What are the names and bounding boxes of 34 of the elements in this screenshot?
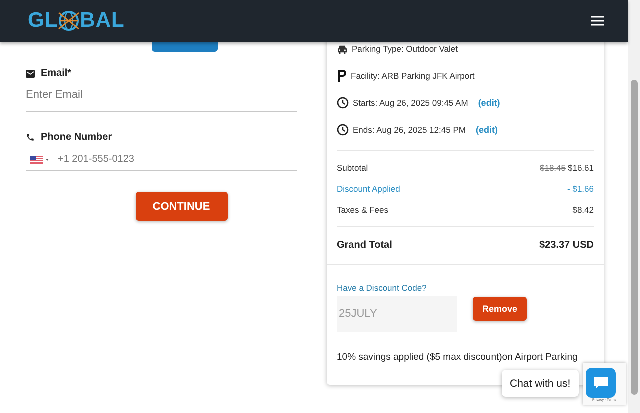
continue-button[interactable]: CONTINUE bbox=[136, 192, 228, 221]
price-label: Discount Applied bbox=[337, 184, 400, 194]
mail-icon bbox=[26, 70, 35, 78]
logo[interactable]: GL BAL bbox=[28, 9, 125, 33]
grand-total-label: Grand Total bbox=[337, 240, 392, 250]
detail-text: Facility: ARB Parking JFK Airport bbox=[351, 71, 475, 81]
price-value: - $1.66 bbox=[568, 184, 594, 194]
phone-icon bbox=[26, 133, 35, 142]
flag-icon[interactable] bbox=[30, 156, 50, 164]
discount-label: Have a Discount Code? bbox=[337, 283, 428, 293]
clock-icon bbox=[337, 97, 349, 109]
chat-tooltip: Chat with us! bbox=[502, 370, 579, 397]
scrollbar[interactable] bbox=[628, 0, 640, 413]
chat-icon bbox=[593, 376, 609, 390]
price-label: Subtotal bbox=[337, 162, 368, 172]
detail-text: Starts: Aug 26, 2025 09:45 AM bbox=[353, 98, 468, 108]
phone-label: Phone Number bbox=[41, 132, 112, 143]
chat-button[interactable] bbox=[586, 368, 616, 398]
email-label: Email* bbox=[41, 68, 72, 79]
price-value: $16.61 bbox=[568, 162, 594, 172]
menu-icon[interactable] bbox=[591, 16, 604, 26]
price-label: Taxes & Fees bbox=[337, 204, 388, 214]
edit-link[interactable]: (edit) bbox=[478, 98, 500, 108]
parking-icon bbox=[337, 70, 347, 82]
detail-text: Parking Type: Outdoor Valet bbox=[352, 44, 458, 54]
edit-link[interactable]: (edit) bbox=[476, 125, 498, 135]
old-price: $18.45 bbox=[540, 162, 566, 172]
car-icon bbox=[337, 44, 348, 54]
clock-icon bbox=[337, 124, 349, 136]
detail-text: Ends: Aug 26, 2025 12:45 PM bbox=[353, 125, 466, 135]
grand-total-value: $23.37 USD bbox=[540, 240, 594, 250]
price-value: $8.42 bbox=[572, 204, 594, 214]
globe-icon bbox=[58, 9, 80, 33]
savings-note: 10% savings applied ($5 max discount)on Airport Parking bbox=[337, 352, 579, 363]
